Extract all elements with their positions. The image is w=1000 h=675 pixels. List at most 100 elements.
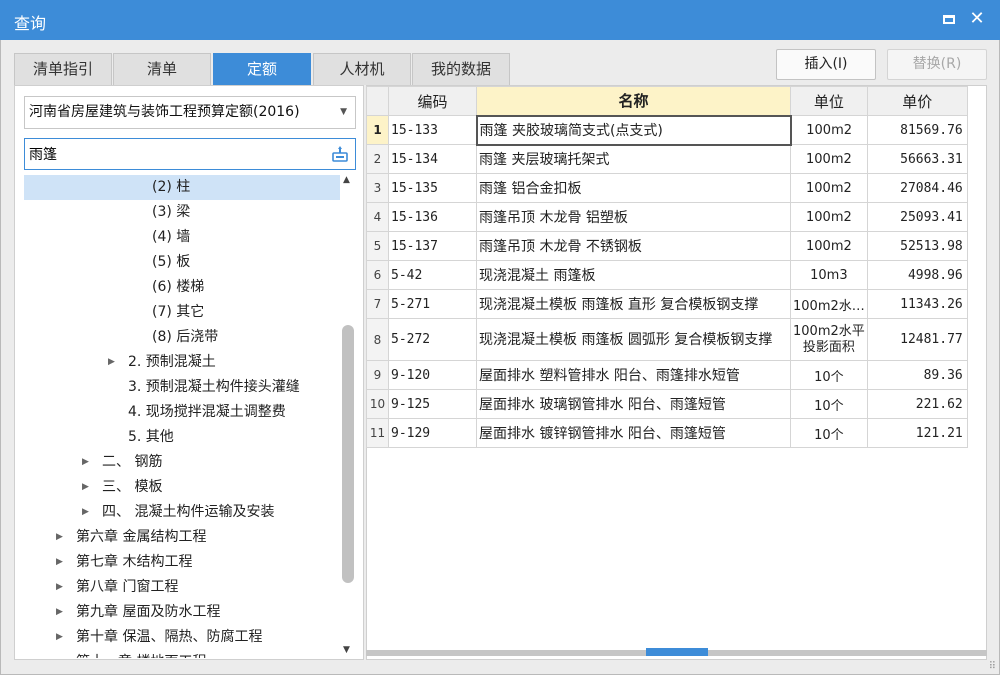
price-cell[interactable]: 25093.41 [866,202,968,232]
tree-node[interactable]: ▶ 三、 模板 [24,475,340,500]
code-cell[interactable]: 15-136 [388,202,477,232]
table-row[interactable]: 1 15-133 雨篷 夹胶玻璃简支式(点支式) 100m2 81569.76 [366,114,968,146]
name-cell[interactable]: 雨篷 夹层玻璃托架式 [476,144,791,174]
code-cell[interactable]: 9-125 [388,389,477,419]
tree-node[interactable]: (5) 板 [24,250,340,275]
quota-library-select[interactable]: 河南省房屋建筑与装饰工程预算定额(2016) ▼ [24,96,356,129]
table-row[interactable]: 9 9-120 屋面排水 塑料管排水 阳台、雨篷排水短管 10个 89.36 [366,360,968,390]
maximize-button[interactable] [938,8,960,30]
tree-node[interactable]: (2) 柱 [24,175,340,200]
price-cell[interactable]: 52513.98 [866,231,968,261]
code-cell[interactable]: 15-135 [388,173,477,203]
tree-node[interactable]: 4. 现场搅拌混凝土调整费 [24,400,340,425]
column-header-unit[interactable]: 单位 [790,86,868,116]
unit-cell[interactable]: 100m2水平投影面积 [790,318,868,361]
name-cell[interactable]: 雨篷吊顶 木龙骨 不锈钢板 [476,231,791,261]
price-cell[interactable]: 81569.76 [866,115,968,145]
name-cell[interactable]: 现浇混凝土模板 雨篷板 圆弧形 复合模板钢支撑 [476,318,791,361]
name-cell[interactable]: 屋面排水 塑料管排水 阳台、雨篷排水短管 [476,360,791,390]
tree-node[interactable]: 5. 其他 [24,425,340,450]
tree-node[interactable]: (4) 墙 [24,225,340,250]
unit-cell[interactable]: 100m2 [790,202,868,232]
table-splitter-bar[interactable] [366,648,987,656]
column-header-name[interactable]: 名称 [476,86,791,116]
tab-labor-material-machine[interactable]: 人材机 [313,53,411,85]
tree-node[interactable]: 3. 预制混凝土构件接头灌缝 [24,375,340,400]
name-cell[interactable]: 雨篷 铝合金扣板 [476,173,791,203]
search-field[interactable] [24,138,356,170]
tab-quota[interactable]: 定额 [213,53,311,85]
scroll-down-icon[interactable]: ▼ [343,645,350,655]
unit-cell[interactable]: 100m2 [790,173,868,203]
price-cell[interactable]: 12481.77 [866,318,968,361]
close-button[interactable]: ✕ [966,8,988,30]
filter-search-icon[interactable] [331,145,349,163]
code-cell[interactable]: 9-120 [388,360,477,390]
expand-arrow-icon[interactable]: ▶ [56,625,63,650]
price-cell[interactable]: 27084.46 [866,173,968,203]
splitter-grip-icon[interactable] [646,648,708,656]
unit-cell[interactable]: 100m2水… [790,289,868,319]
column-header-code[interactable]: 编码 [388,86,477,116]
unit-cell[interactable]: 100m2 [790,115,868,145]
name-cell[interactable]: 现浇混凝土 雨篷板 [476,260,791,290]
unit-cell[interactable]: 100m2 [790,144,868,174]
tree-node[interactable]: (3) 梁 [24,200,340,225]
unit-cell[interactable]: 100m2 [790,231,868,261]
code-cell[interactable]: 5-272 [388,318,477,361]
tree-node[interactable]: ▶ 第十章 保温、隔热、防腐工程 [24,625,340,650]
table-row[interactable]: 8 5-272 现浇混凝土模板 雨篷板 圆弧形 复合模板钢支撑 100m2水平投… [366,318,968,361]
scrollbar-thumb[interactable] [342,325,354,583]
table-row[interactable]: 2 15-134 雨篷 夹层玻璃托架式 100m2 56663.31 [366,144,968,174]
expand-arrow-icon[interactable]: ▶ [82,450,89,475]
price-cell[interactable]: 221.62 [866,389,968,419]
expand-arrow-icon[interactable]: ▶ [56,600,63,625]
tree-node[interactable]: ▶ 第九章 屋面及防水工程 [24,600,340,625]
code-cell[interactable]: 15-133 [388,115,477,145]
table-row[interactable]: 6 5-42 现浇混凝土 雨篷板 10m3 4998.96 [366,260,968,290]
tree-node[interactable]: ▶第十一章 楼地面工程 [24,650,340,658]
table-row[interactable]: 11 9-129 屋面排水 镀锌钢管排水 阳台、雨篷短管 10个 121.21 [366,418,968,448]
expand-arrow-icon[interactable]: ▶ [82,475,89,500]
name-cell[interactable]: 雨篷 夹胶玻璃简支式(点支式) [475,114,792,146]
code-cell[interactable]: 9-129 [388,418,477,448]
name-cell[interactable]: 现浇混凝土模板 雨篷板 直形 复合模板钢支撑 [476,289,791,319]
table-row[interactable]: 5 15-137 雨篷吊顶 木龙骨 不锈钢板 100m2 52513.98 [366,231,968,261]
tree-node[interactable]: ▶ 第八章 门窗工程 [24,575,340,600]
code-cell[interactable]: 15-134 [388,144,477,174]
tree-node[interactable]: ▶ 第六章 金属结构工程 [24,525,340,550]
tab-bill-guide[interactable]: 清单指引 [14,53,112,85]
code-cell[interactable]: 5-42 [388,260,477,290]
tree-node[interactable]: ▶ 2. 预制混凝土 [24,350,340,375]
price-cell[interactable]: 121.21 [866,418,968,448]
table-row[interactable]: 7 5-271 现浇混凝土模板 雨篷板 直形 复合模板钢支撑 100m2水… 1… [366,289,968,319]
tab-my-data[interactable]: 我的数据 [412,53,510,85]
unit-cell[interactable]: 10个 [790,389,868,419]
insert-button[interactable]: 插入(I) [776,49,876,80]
price-cell[interactable]: 89.36 [866,360,968,390]
code-cell[interactable]: 5-271 [388,289,477,319]
expand-arrow-icon[interactable]: ▶ [82,500,89,525]
tree-node[interactable]: (7) 其它 [24,300,340,325]
price-cell[interactable]: 11343.26 [866,289,968,319]
tree-node[interactable]: (8) 后浇带 [24,325,340,350]
unit-cell[interactable]: 10m3 [790,260,868,290]
table-row[interactable]: 3 15-135 雨篷 铝合金扣板 100m2 27084.46 [366,173,968,203]
name-cell[interactable]: 屋面排水 玻璃钢管排水 阳台、雨篷短管 [476,389,791,419]
name-cell[interactable]: 屋面排水 镀锌钢管排水 阳台、雨篷短管 [476,418,791,448]
tree-node[interactable]: (6) 楼梯 [24,275,340,300]
unit-cell[interactable]: 10个 [790,360,868,390]
expand-arrow-icon[interactable]: ▶ [56,575,63,600]
resize-grip-icon[interactable]: ⠿ [989,661,996,672]
code-cell[interactable]: 15-137 [388,231,477,261]
table-row[interactable]: 4 15-136 雨篷吊顶 木龙骨 铝塑板 100m2 25093.41 [366,202,968,232]
price-cell[interactable]: 56663.31 [866,144,968,174]
price-cell[interactable]: 4998.96 [866,260,968,290]
expand-arrow-icon[interactable]: ▶ [56,650,63,658]
tree-scrollbar[interactable]: ▲ ▼ [340,173,356,658]
scroll-up-icon[interactable]: ▲ [343,175,350,185]
expand-arrow-icon[interactable]: ▶ [108,350,115,375]
table-row[interactable]: 10 9-125 屋面排水 玻璃钢管排水 阳台、雨篷短管 10个 221.62 [366,389,968,419]
name-cell[interactable]: 雨篷吊顶 木龙骨 铝塑板 [476,202,791,232]
expand-arrow-icon[interactable]: ▶ [56,525,63,550]
